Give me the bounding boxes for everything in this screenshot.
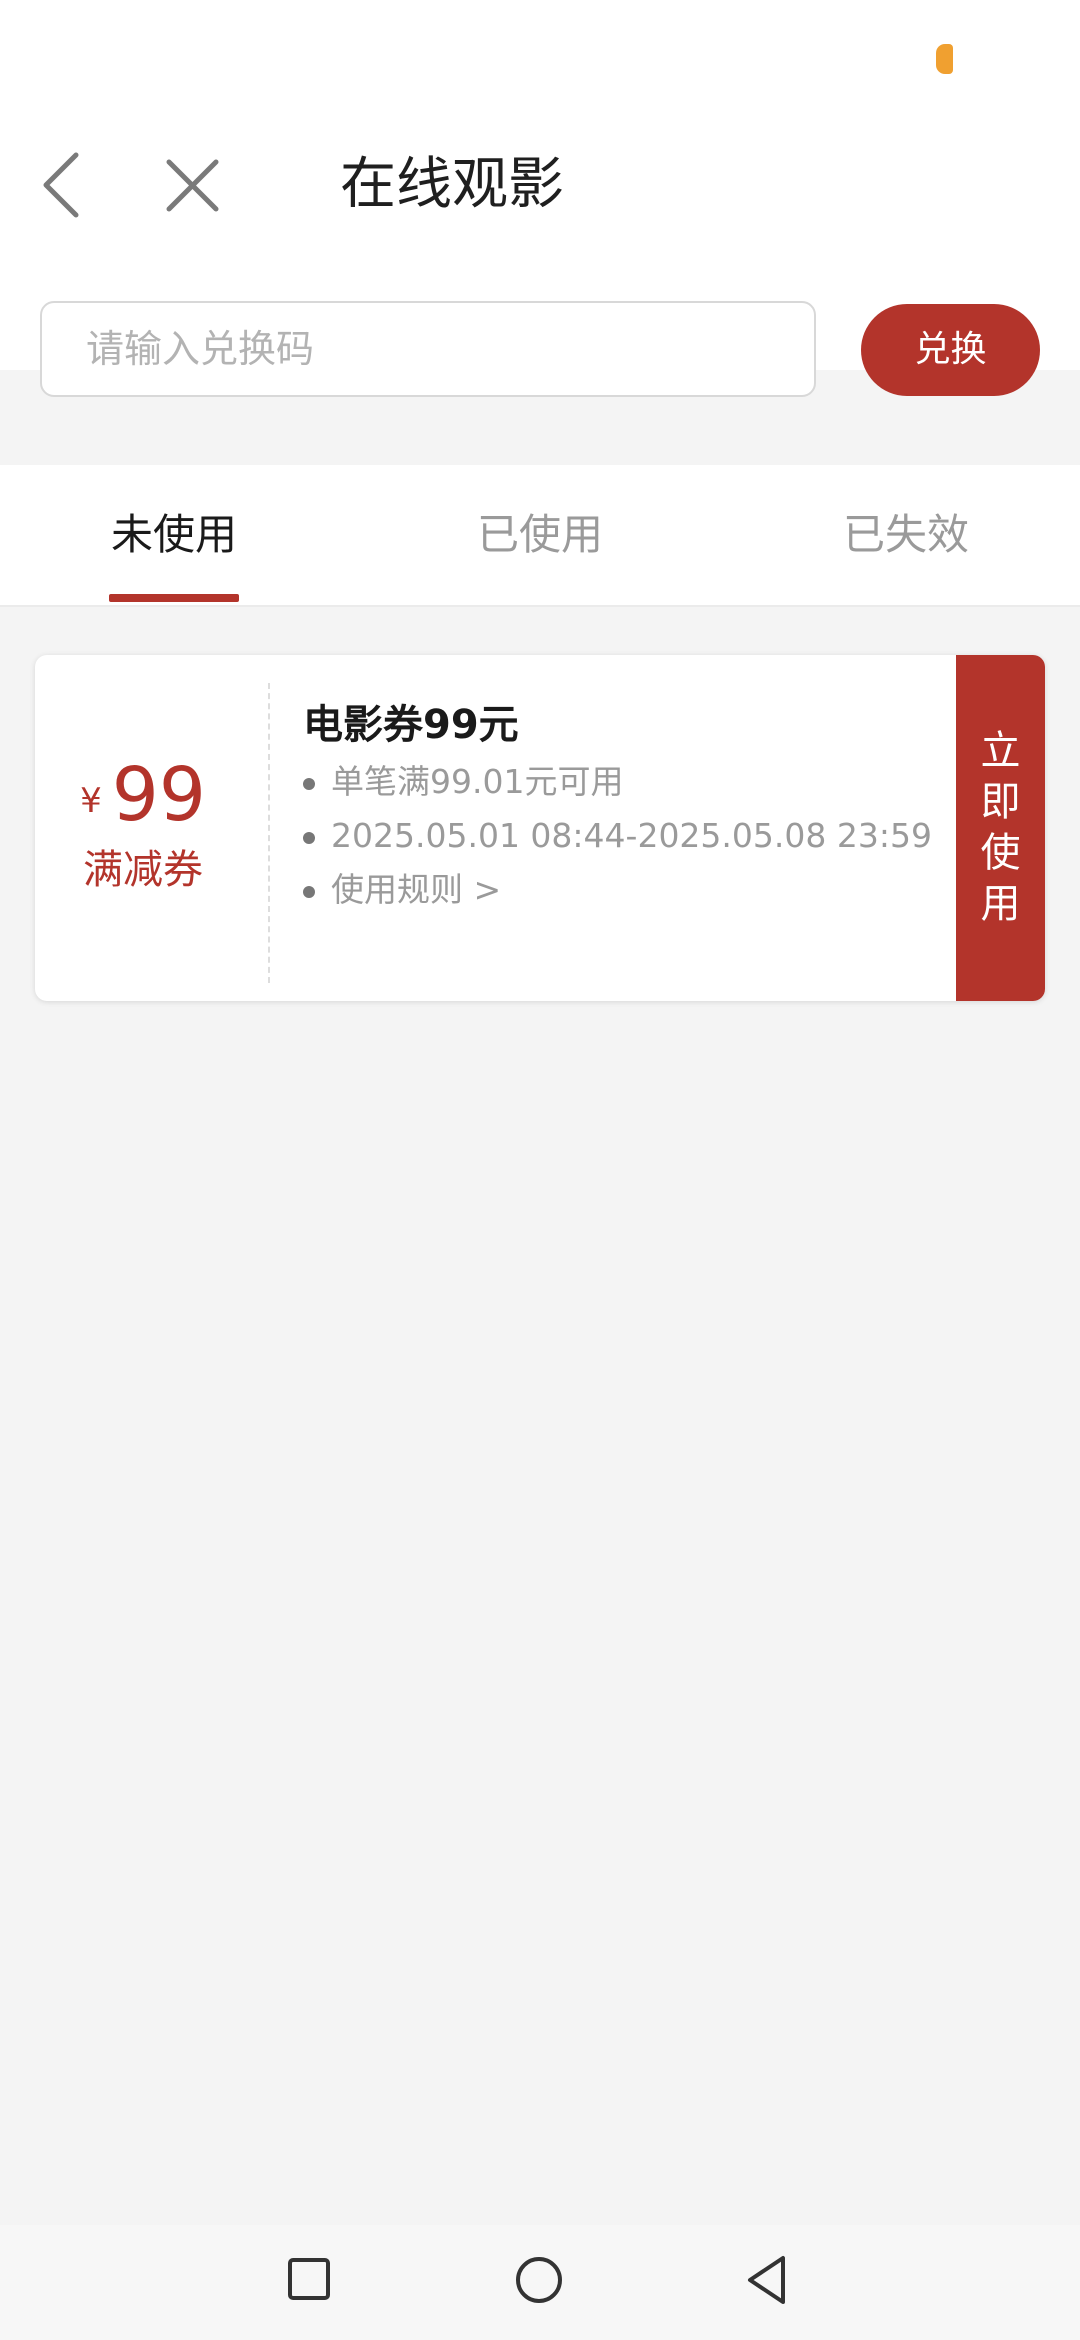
- coupon-type-label: 满减券: [83, 847, 203, 893]
- square-icon: [288, 2258, 330, 2300]
- coupon-card: ¥99 满减券 电影券99元 单笔满99.01元可用 2025.05.01 08…: [35, 655, 1045, 1001]
- nav-recents-button[interactable]: [287, 2257, 331, 2301]
- tab-bar: 未使用 已使用 已失效: [0, 465, 1080, 607]
- nav-back-button[interactable]: [745, 2254, 789, 2306]
- nav-home-button[interactable]: [515, 2256, 563, 2304]
- triangle-back-icon: [748, 2256, 785, 2304]
- coupon-amount: 99: [111, 752, 206, 838]
- close-icon: [166, 159, 219, 212]
- currency-symbol: ¥: [80, 781, 102, 821]
- status-indicator-icon: [936, 44, 953, 74]
- coupon-validity: 2025.05.01 08:44-2025.05.08 23:59: [303, 811, 983, 861]
- use-now-button[interactable]: 立即使用: [956, 655, 1045, 1001]
- tab-unused[interactable]: 未使用: [24, 465, 324, 605]
- use-now-label: 立即使用: [980, 728, 1021, 927]
- coupon-value: ¥99: [35, 755, 251, 835]
- close-button[interactable]: [155, 145, 230, 225]
- bullet-icon: [303, 777, 315, 790]
- coupon-condition: 单笔满99.01元可用: [303, 757, 983, 807]
- bullet-icon: [303, 831, 315, 844]
- redeem-code-input[interactable]: [40, 301, 816, 397]
- bullet-icon: [303, 885, 315, 898]
- coupon-rules-link[interactable]: 使用规则 >: [303, 865, 983, 915]
- coupon-title: 电影券99元: [303, 702, 519, 748]
- status-bar: [0, 0, 1080, 120]
- coupon-divider: [268, 683, 270, 983]
- circle-icon: [516, 2257, 562, 2303]
- active-tab-indicator: [109, 594, 239, 602]
- tab-expired[interactable]: 已失效: [756, 465, 1056, 605]
- chevron-left-icon: [43, 152, 79, 218]
- page-title: 在线观影: [340, 152, 564, 217]
- tab-used[interactable]: 已使用: [390, 465, 690, 605]
- redeem-button[interactable]: 兑换: [861, 304, 1040, 396]
- back-button[interactable]: [30, 140, 100, 230]
